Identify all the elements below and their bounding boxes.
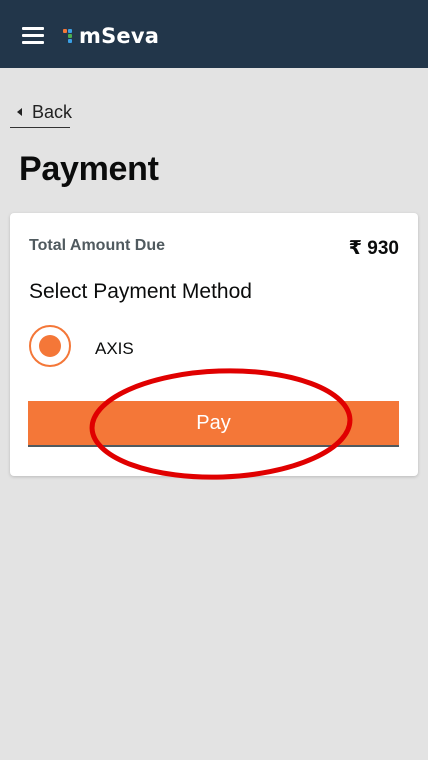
payment-card: Total Amount Due ₹ 930 Select Payment Me…	[10, 213, 418, 476]
total-amount-label: Total Amount Due	[29, 237, 165, 254]
total-amount-value: ₹ 930	[348, 238, 399, 259]
back-link[interactable]: Back	[10, 100, 73, 128]
radio-selected-dot	[39, 335, 61, 357]
caret-left-icon	[17, 108, 22, 116]
back-label: Back	[32, 102, 73, 122]
top-app-bar: mSeva	[0, 0, 428, 68]
pay-button[interactable]: Pay	[28, 401, 399, 447]
payment-method-heading: Select Payment Method	[29, 280, 252, 303]
logo-mark-icon	[63, 27, 77, 45]
radio-axis[interactable]	[29, 325, 71, 367]
hamburger-menu-icon[interactable]	[22, 27, 44, 44]
app-name: mSeva	[79, 24, 160, 48]
app-logo[interactable]: mSeva	[63, 24, 159, 48]
radio-axis-label[interactable]: AXIS	[95, 339, 134, 359]
page-title: Payment	[19, 150, 159, 188]
